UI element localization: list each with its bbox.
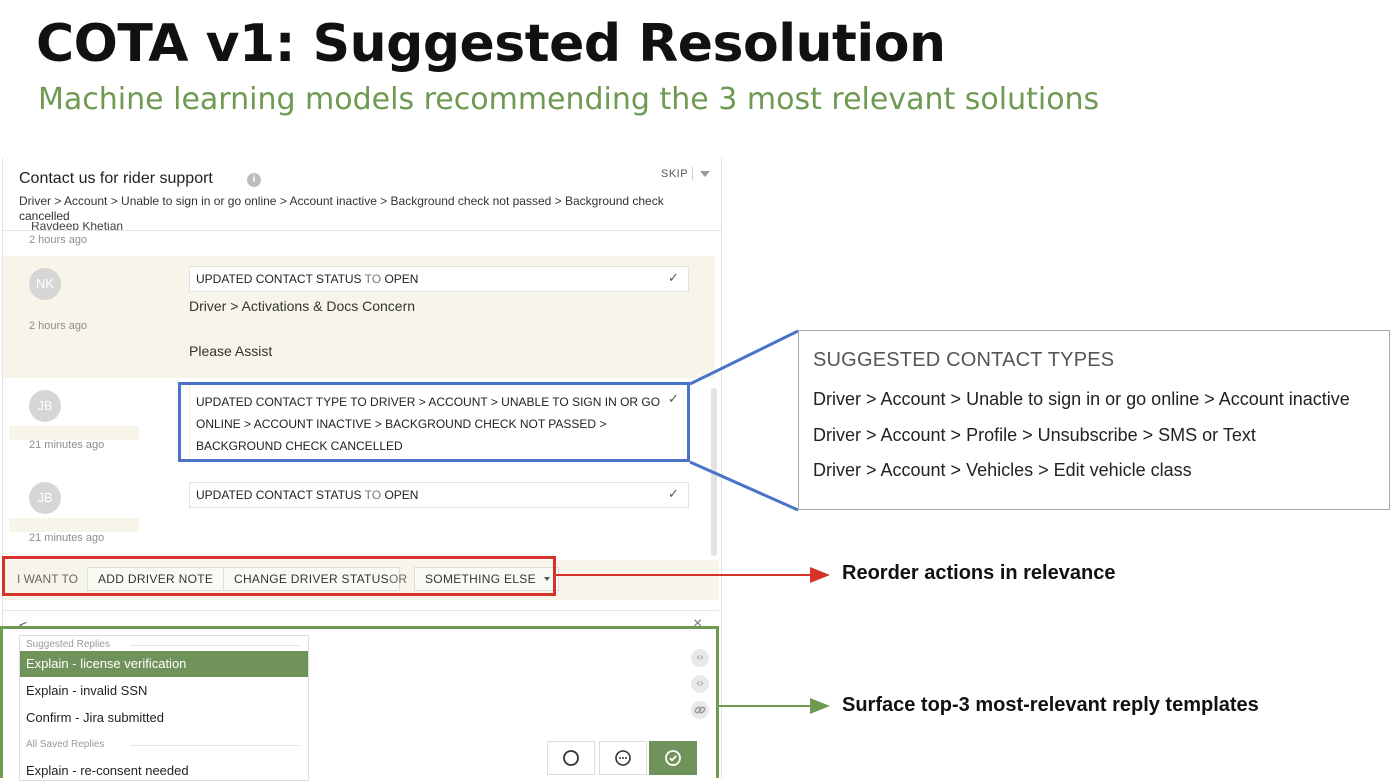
suggested-contact-types-callout: SUGGESTED CONTACT TYPES Driver > Account… xyxy=(798,330,1390,510)
callout-connector-bottom xyxy=(689,460,799,512)
callout-connector-top xyxy=(689,329,799,386)
reorder-annotation: Reorder actions in relevance xyxy=(842,562,1116,584)
red-arrow-head xyxy=(810,567,830,583)
suggested-contact-type: Driver > Account > Profile > Unsubscribe… xyxy=(813,425,1256,445)
suggested-contact-type: Driver > Account > Vehicles > Edit vehic… xyxy=(813,460,1192,480)
callout-title: SUGGESTED CONTACT TYPES xyxy=(813,349,1115,371)
suggested-contact-type: Driver > Account > Unable to sign in or … xyxy=(813,389,1350,409)
surface-annotation: Surface top-3 most-relevant reply templa… xyxy=(842,694,1259,716)
green-arrow-head xyxy=(810,698,830,714)
